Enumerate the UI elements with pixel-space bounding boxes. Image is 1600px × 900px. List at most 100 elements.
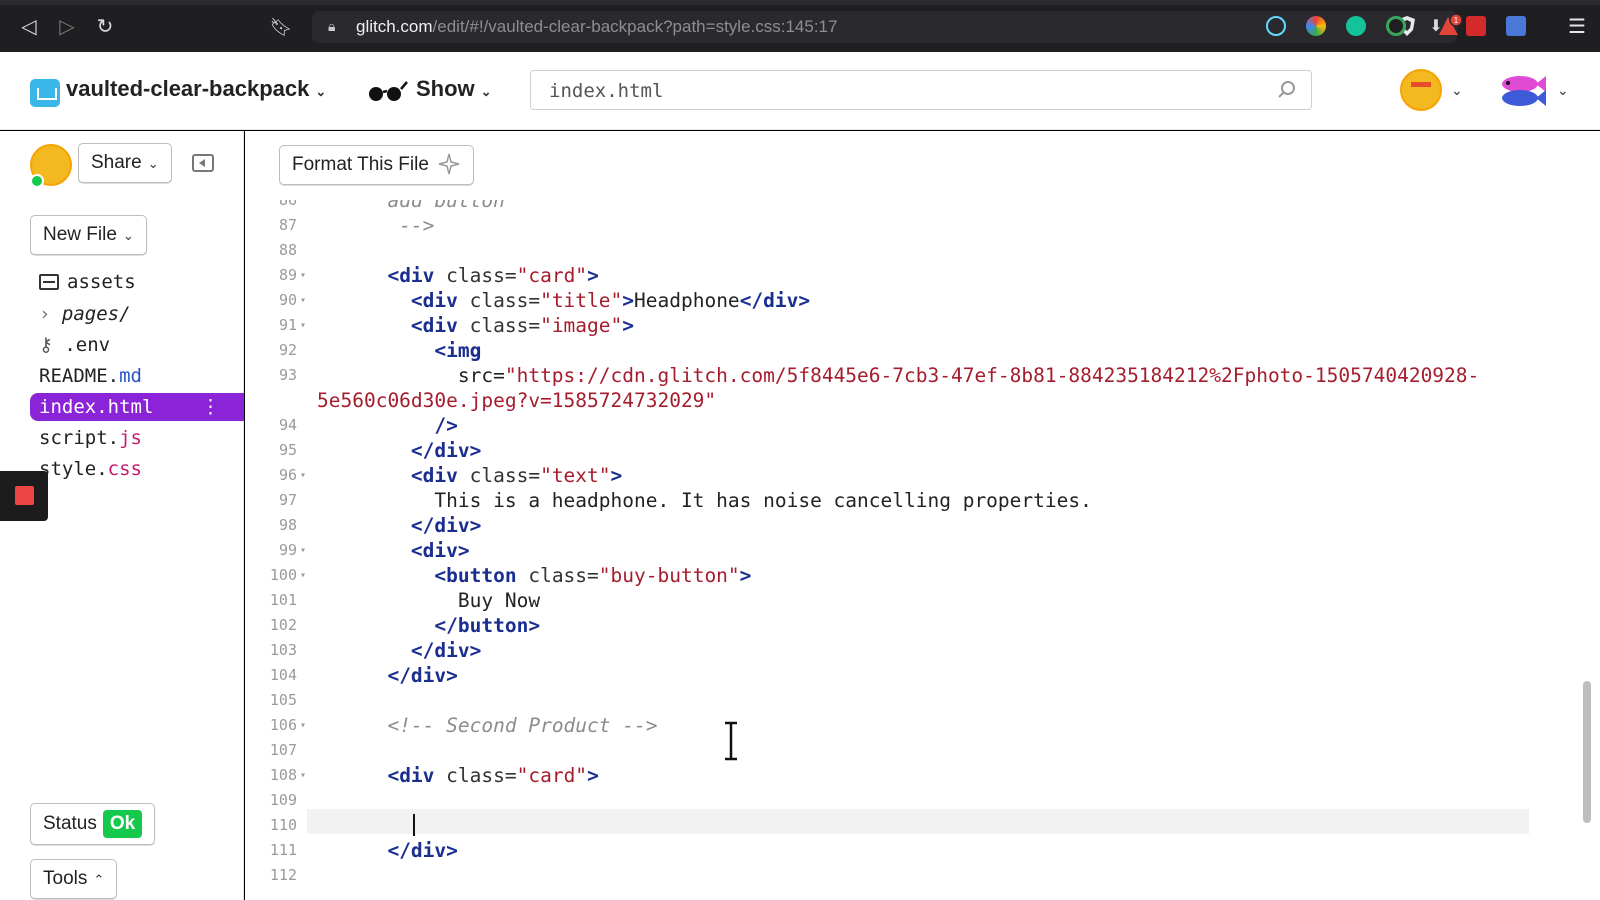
translate-icon[interactable] — [1506, 16, 1526, 36]
code-text: <div class="image"> — [317, 313, 634, 338]
chevron-down-icon[interactable]: ⌄ — [1451, 82, 1463, 99]
target-extension-icon[interactable] — [1386, 16, 1406, 36]
code-line[interactable]: 98 </div> — [245, 513, 1545, 538]
screen-record-icon[interactable] — [0, 471, 48, 521]
code-line[interactable]: 5e560c06d30e.jpeg?v=1585724732029" — [245, 388, 1545, 413]
code-line[interactable]: 92 <img — [245, 338, 1545, 363]
more-options-icon[interactable]: ⋮ — [201, 393, 220, 421]
file-item-readme[interactable]: README.md — [30, 362, 244, 390]
fold-toggle-icon[interactable]: ▾ — [300, 538, 306, 563]
reload-icon[interactable]: ↻ — [92, 14, 118, 40]
user-avatar[interactable] — [1400, 69, 1442, 111]
line-number: 108 — [269, 766, 297, 784]
code-line[interactable]: 96 ▾ <div class="text"> — [245, 463, 1545, 488]
lock-icon: 🔒︎ — [328, 18, 336, 34]
collaborator-avatar[interactable] — [30, 144, 72, 188]
share-label: Share — [91, 152, 142, 173]
red-extension-icon[interactable] — [1466, 16, 1486, 36]
code-text: This is a headphone. It has noise cancel… — [317, 488, 1091, 513]
app-header: vaulted-clear-backpack ⌄ Show ⌄ index.html… — [0, 52, 1600, 130]
code-line[interactable]: 109 — [245, 788, 1545, 813]
code-text: <!-- Second Product --> — [317, 713, 657, 738]
code-line[interactable]: 107 — [245, 738, 1545, 763]
share-button[interactable]: Share ⌄ — [78, 143, 172, 183]
back-icon[interactable]: ◁ — [16, 14, 42, 40]
code-line[interactable]: 89 ▾ <div class="card"> — [245, 263, 1545, 288]
file-item-script[interactable]: script.js — [30, 424, 244, 452]
forward-icon[interactable]: ▷ — [54, 14, 80, 40]
code-line[interactable]: 104 </div> — [245, 663, 1545, 688]
file-item-env[interactable]: ⚷ .env — [30, 331, 244, 359]
sunglasses-icon[interactable] — [366, 80, 408, 104]
collapse-sidebar-icon[interactable] — [192, 154, 214, 172]
code-token: </button> — [434, 614, 541, 637]
line-number: 87 — [278, 216, 297, 234]
download-icon[interactable]: ⬇ — [1426, 16, 1446, 36]
code-line[interactable]: 105 — [245, 688, 1545, 713]
code-line[interactable]: 90 ▾ <div class="title">Headphone</div> — [245, 288, 1545, 313]
chevron-down-icon: ⌄ — [147, 156, 159, 171]
code-line[interactable]: 87 --> — [245, 213, 1545, 238]
code-line[interactable]: 112 — [245, 863, 1545, 888]
address-url[interactable]: glitch.com/edit/#!/vaulted-clear-backpac… — [356, 17, 837, 37]
code-area[interactable]: 86 add button 87 --> 88 89 ▾ <div class="car… — [245, 200, 1600, 900]
chevron-right-icon: › — [39, 303, 62, 325]
format-file-button[interactable]: Format This File — [279, 145, 474, 185]
code-line[interactable]: 99 ▾ <div> — [245, 538, 1545, 563]
code-text: <div class="text"> — [317, 463, 622, 488]
text-caret — [413, 814, 415, 836]
file-item-style[interactable]: style.css — [30, 455, 244, 483]
code-line[interactable]: 101 Buy Now — [245, 588, 1545, 613]
glitch-fish-logo-icon[interactable] — [1496, 72, 1548, 110]
code-line[interactable]: 97 This is a headphone. It has noise can… — [245, 488, 1545, 513]
code-line[interactable]: 88 — [245, 238, 1545, 263]
code-token: "buy-button" — [598, 564, 740, 587]
fold-toggle-icon[interactable]: ▾ — [300, 288, 306, 313]
code-token: Buy Now — [317, 589, 541, 612]
search-icon[interactable] — [1277, 80, 1297, 100]
file-name: style. — [39, 458, 108, 480]
file-search-input[interactable]: index.html — [530, 70, 1312, 110]
code-line[interactable]: 86 add button — [245, 200, 1545, 213]
code-token: class= — [457, 289, 541, 312]
code-line[interactable]: 93 src="https://cdn.glitch.com/5f8445e6-… — [245, 363, 1545, 388]
vertical-scrollbar[interactable] — [1583, 681, 1591, 823]
file-name: .env — [64, 334, 111, 356]
fold-toggle-icon[interactable]: ▾ — [300, 713, 306, 738]
grammarly-icon[interactable] — [1346, 16, 1366, 36]
tools-button[interactable]: Tools ⌃ — [30, 859, 118, 899]
react-devtools-icon[interactable] — [1266, 16, 1286, 36]
code-line[interactable]: 102 </button> — [245, 613, 1545, 638]
code-line[interactable]: 95 </div> — [245, 438, 1545, 463]
file-item-pages[interactable]: › pages/ — [30, 300, 244, 328]
code-token: </div> — [410, 514, 482, 537]
url-host: glitch.com — [356, 17, 433, 36]
code-line[interactable]: 100 ▾ <button class="buy-button"> — [245, 563, 1545, 588]
file-item-assets[interactable]: assets — [30, 268, 244, 296]
code-line[interactable]: 110 — [245, 813, 1545, 838]
code-line[interactable]: 91 ▾ <div class="image"> — [245, 313, 1545, 338]
code-line[interactable]: 106 ▾ <!-- Second Product --> — [245, 713, 1545, 738]
bookmark-icon[interactable]: 🔖︎ — [268, 14, 294, 40]
show-menu[interactable]: Show ⌄ — [416, 76, 492, 102]
fold-toggle-icon[interactable]: ▾ — [300, 263, 306, 288]
line-number: 99 — [278, 541, 297, 559]
fold-toggle-icon[interactable]: ▾ — [300, 463, 306, 488]
browser-menu-icon[interactable]: ☰ — [1568, 14, 1586, 39]
code-token: > — [587, 764, 599, 787]
code-line[interactable]: 108 ▾ <div class="card"> — [245, 763, 1545, 788]
color-picker-icon[interactable] — [1306, 16, 1326, 36]
chevron-down-icon[interactable]: ⌄ — [1557, 82, 1569, 99]
fold-toggle-icon[interactable]: ▾ — [300, 763, 306, 788]
fold-toggle-icon[interactable]: ▾ — [300, 313, 306, 338]
code-text: </div> — [317, 513, 481, 538]
code-line[interactable]: 111 </div> — [245, 838, 1545, 863]
project-name-menu[interactable]: vaulted-clear-backpack ⌄ — [66, 76, 326, 102]
new-file-button[interactable]: New File ⌄ — [30, 215, 147, 255]
fold-toggle-icon[interactable]: ▾ — [300, 563, 306, 588]
code-line[interactable]: 103 </div> — [245, 638, 1545, 663]
status-button[interactable]: Status Ok — [30, 803, 156, 845]
file-item-index-html[interactable]: index.html ⋮ — [30, 393, 244, 421]
code-line[interactable]: 94 /> — [245, 413, 1545, 438]
